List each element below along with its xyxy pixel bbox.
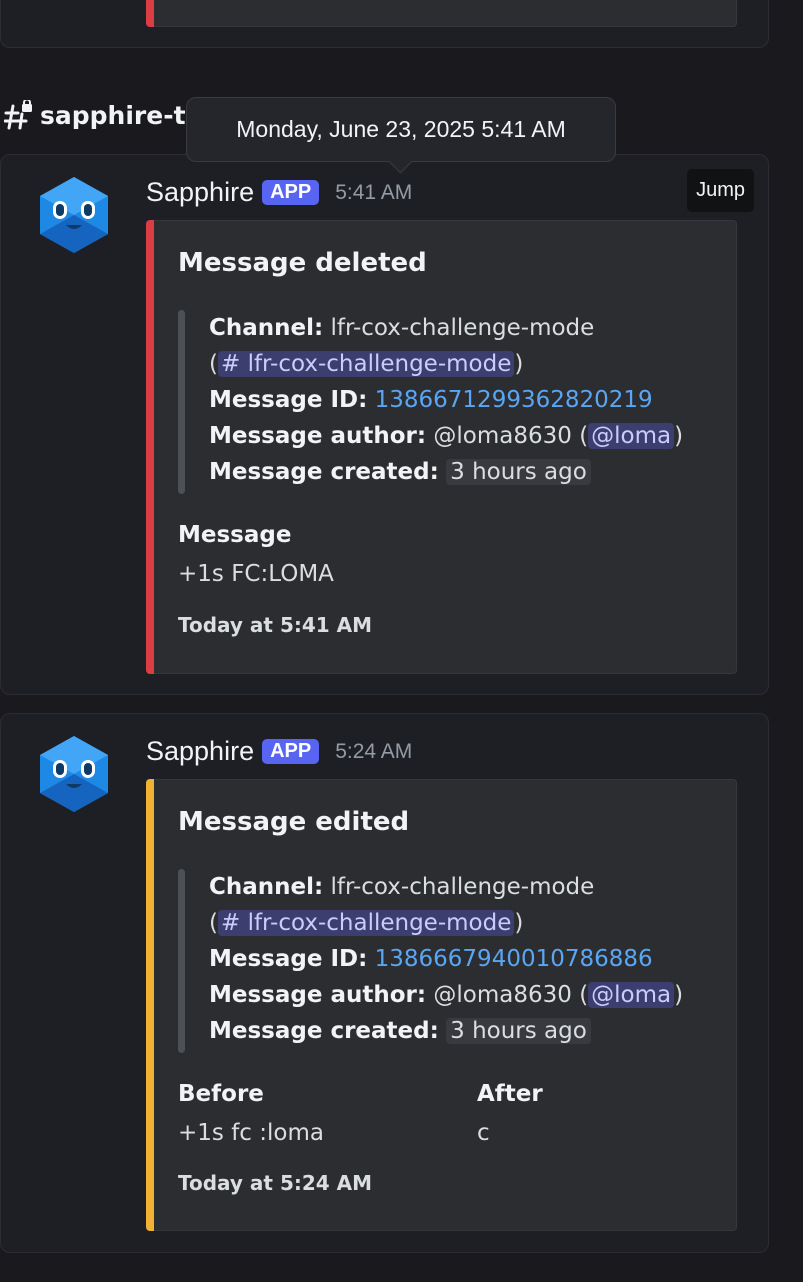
before-title: Before: [178, 1081, 264, 1107]
channel-name: sapphire-t: [40, 100, 186, 130]
channel-label: Channel:: [209, 315, 324, 341]
message-created-label: Message created:: [209, 1018, 439, 1044]
user-mention[interactable]: @loma: [588, 982, 675, 1008]
app-badge: APP: [262, 739, 320, 764]
message-created-value[interactable]: 3 hours ago: [446, 459, 591, 485]
message-created-label: Message created:: [209, 459, 439, 485]
embed-deleted: Message deleted Channel: lfr-cox-challen…: [146, 220, 737, 674]
message-id-link[interactable]: 1386671299362820219: [375, 387, 653, 413]
channel-label: Channel:: [209, 874, 324, 900]
embed-footer: Today at 5:41 AM: [178, 613, 373, 637]
message-timestamp[interactable]: 5:24 AM: [335, 740, 412, 764]
author-line: Sapphire APP 5:24 AM: [146, 736, 412, 767]
message-timestamp[interactable]: 5:41 AM: [335, 181, 412, 205]
message-card-deleted[interactable]: Jump Sapphire APP 5:41 AM Message delete…: [0, 154, 769, 695]
after-title: After: [477, 1081, 543, 1107]
message-author-handle: @loma8630: [433, 423, 572, 449]
locked-channel-icon: [3, 98, 32, 130]
quote-bar: [178, 869, 185, 1053]
quote-bar: [178, 310, 185, 494]
sapphire-avatar-icon[interactable]: [38, 734, 110, 814]
embed-accent-bar: [146, 220, 154, 674]
app-badge: APP: [262, 180, 320, 205]
channel-value: lfr-cox-challenge-mode: [330, 874, 595, 900]
author-name[interactable]: Sapphire: [146, 177, 254, 208]
message-card-edited[interactable]: Sapphire APP 5:24 AM Message edited Chan…: [0, 713, 769, 1253]
message-author-label: Message author:: [209, 982, 427, 1008]
after-value: c: [477, 1120, 490, 1146]
embed-edited: Message edited Channel: lfr-cox-challeng…: [146, 779, 737, 1231]
message-id-link[interactable]: 1386667940010786886: [375, 946, 653, 972]
embed-fields: Channel: lfr-cox-challenge-mode (# lfr-c…: [209, 315, 684, 485]
message-author-handle: @loma8630: [433, 982, 572, 1008]
channel-value: lfr-cox-challenge-mode: [330, 315, 595, 341]
channel-mention[interactable]: # lfr-cox-challenge-mode: [217, 351, 515, 377]
message-section-value: +1s FC:LOMA: [178, 561, 334, 587]
previous-embed: [146, 0, 737, 27]
embed-title: Message edited: [178, 807, 410, 837]
embed-accent-bar: [146, 779, 154, 1231]
message-section-title: Message: [178, 522, 292, 548]
jump-button[interactable]: Jump: [687, 169, 754, 212]
author-line: Sapphire APP 5:41 AM: [146, 177, 412, 208]
channel-header[interactable]: sapphire-t: [3, 98, 186, 130]
message-created-value[interactable]: 3 hours ago: [446, 1018, 591, 1044]
channel-mention[interactable]: # lfr-cox-challenge-mode: [217, 910, 515, 936]
timestamp-tooltip: Monday, June 23, 2025 5:41 AM: [186, 97, 616, 162]
message-id-label: Message ID:: [209, 946, 368, 972]
embed-footer: Today at 5:24 AM: [178, 1171, 373, 1195]
embed-title: Message deleted: [178, 248, 427, 278]
author-name[interactable]: Sapphire: [146, 736, 254, 767]
sapphire-avatar-icon[interactable]: [38, 175, 110, 255]
previous-message-card: [0, 0, 769, 48]
user-mention[interactable]: @loma: [588, 423, 675, 449]
embed-fields: Channel: lfr-cox-challenge-mode (# lfr-c…: [209, 874, 684, 1044]
before-value: +1s fc :loma: [178, 1120, 324, 1146]
message-id-label: Message ID:: [209, 387, 368, 413]
tooltip-text: Monday, June 23, 2025 5:41 AM: [236, 116, 566, 142]
message-author-label: Message author:: [209, 423, 427, 449]
